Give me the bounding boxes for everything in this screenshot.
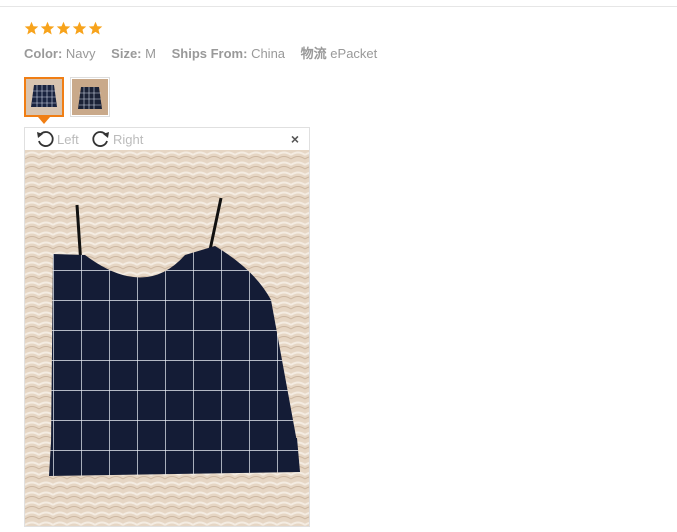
photo-thumbnails: [24, 77, 110, 124]
star-icon: [88, 21, 103, 35]
rotate-left-icon: [37, 131, 54, 147]
attr-size: Size: M: [111, 46, 156, 61]
attr-key: 物流: [300, 46, 327, 61]
attr-ships-from: Ships From: China: [172, 46, 285, 61]
star-icon: [56, 21, 71, 35]
close-icon[interactable]: ×: [291, 131, 299, 147]
attr-value: Navy: [65, 46, 96, 61]
thumbnail-image: [26, 79, 62, 115]
thumbnail-2[interactable]: [70, 77, 110, 117]
rotate-left-button[interactable]: Left: [35, 129, 79, 149]
rotate-right-label: Right: [113, 131, 144, 147]
selected-pointer: [38, 117, 50, 124]
star-icon: [40, 21, 55, 35]
review-photo: [25, 150, 309, 526]
attr-key: Ships From:: [171, 46, 248, 61]
viewer-toolbar: Left Right ×: [25, 128, 309, 150]
thumbnail-1[interactable]: [24, 77, 64, 124]
attr-value: China: [251, 46, 286, 61]
rotate-left-label: Left: [57, 131, 79, 147]
top-divider: [0, 6, 677, 7]
attr-key: Size:: [111, 46, 142, 61]
attr-value: ePacket: [330, 46, 378, 61]
star-icon: [24, 21, 39, 35]
star-rating: [24, 21, 103, 36]
attr-logistics: 物流 ePacket: [301, 46, 378, 61]
attr-value: M: [145, 46, 156, 61]
photo-viewer: Left Right ×: [24, 127, 310, 527]
order-attributes: Color: Navy Size: M Ships From: China 物流…: [24, 43, 389, 62]
attr-color: Color: Navy: [24, 46, 96, 61]
product-photo-image: [25, 150, 309, 526]
rotate-right-icon: [92, 131, 109, 147]
thumbnail-image: [72, 79, 108, 115]
star-icon: [72, 21, 87, 35]
attr-key: Color:: [24, 46, 63, 61]
rotate-right-button[interactable]: Right: [91, 129, 143, 149]
